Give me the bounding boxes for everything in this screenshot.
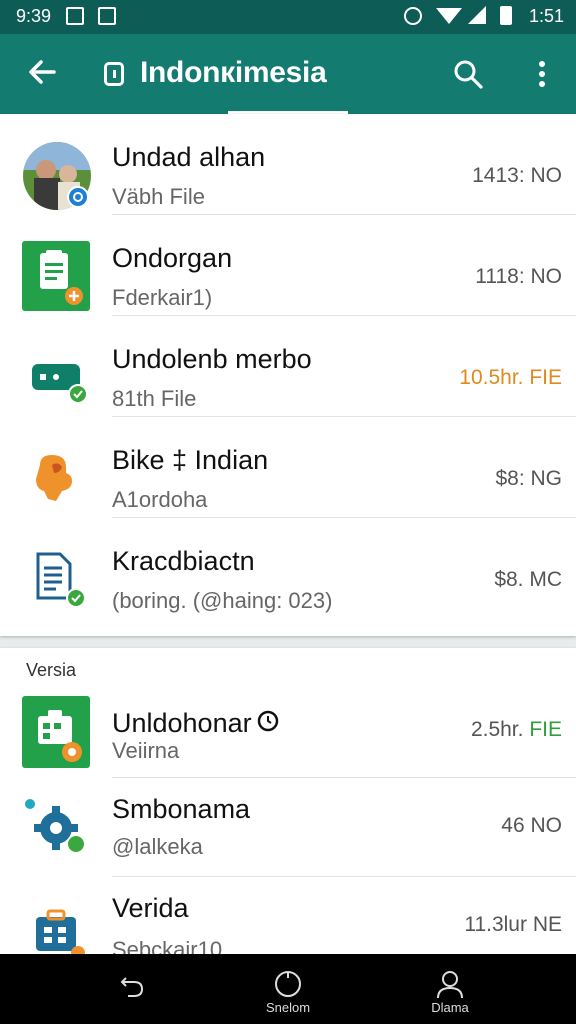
notification-icon (66, 7, 84, 25)
settings-icon (22, 792, 92, 862)
clock-icon (256, 708, 280, 739)
item-meta: $8. MC (494, 568, 562, 591)
item-meta-type: FIE (529, 718, 562, 741)
list-item[interactable]: Smbonama @lalkeka 46 NO (0, 778, 576, 877)
item-subtitle: Fderkair1) (112, 285, 213, 310)
item-title: Smbonama (112, 794, 251, 824)
item-meta: 1118: NO (475, 265, 562, 288)
nav-home-button[interactable]: Snelom (228, 954, 348, 1024)
item-meta: 46 NO (501, 814, 562, 837)
nav-back-button[interactable] (72, 954, 192, 1024)
nav-profile-label: Dlama (431, 1000, 469, 1015)
app-bar: Indonкimesia (0, 34, 576, 114)
list-item[interactable]: Kracdbiactn (boring. (@haing: 023) $8. M… (0, 518, 576, 619)
ticket-icon (22, 342, 92, 412)
list-item[interactable]: Bike ‡ Indian A1ordoha $8: NG (0, 417, 576, 518)
more-options-icon[interactable] (530, 56, 554, 92)
item-meta: 2.5hr. FIE (471, 718, 562, 742)
list-item[interactable]: Ondorgan Fderkair1) 1118: NO (0, 215, 576, 316)
list-item[interactable]: Unldohonar Veiirna 2.5hr. FIE (0, 692, 576, 778)
status-time: 9:39 (16, 6, 52, 26)
item-meta: $8: NG (495, 467, 562, 490)
notification-icon (98, 7, 116, 25)
section-list: Versia Unldohonar Veiirna 2.5hr. FIE Smb… (0, 648, 576, 954)
item-subtitle: (boring. (@haing: 023) (112, 588, 333, 613)
item-title: Undad alhan (112, 142, 266, 172)
item-title: Undolenb merbo (112, 344, 312, 374)
list-item[interactable]: Verida Sebckair10 11.3lur NE (0, 877, 576, 954)
document-icon (22, 241, 92, 311)
briefcase-icon (22, 891, 92, 954)
item-title: Verida (112, 893, 189, 923)
undo-icon (120, 977, 144, 997)
calendar-icon (22, 696, 92, 768)
item-meta: 1413: NO (472, 164, 562, 187)
list-item[interactable]: Undad alhan Väbh File 1413: NO (0, 114, 576, 215)
battery-icon (500, 6, 512, 25)
person-icon (437, 971, 463, 999)
item-meta-value: 2.5hr. (470, 718, 524, 741)
avatar (22, 140, 92, 210)
item-title: Ondorgan (112, 243, 233, 273)
back-arrow-icon[interactable] (24, 54, 60, 90)
signal-icon (468, 6, 486, 24)
item-title: Kracdbiactn (112, 546, 255, 576)
status-bar: 9:39 1:51 (0, 0, 576, 34)
item-meta: 11.3lur NE (464, 913, 562, 936)
app-logo-icon (104, 62, 124, 86)
item-subtitle: Veiirna (112, 738, 180, 763)
nav-profile-button[interactable]: Dlama (390, 954, 510, 1024)
item-subtitle: @lalkeka (112, 834, 203, 859)
item-meta: 10.5hr. FIE (459, 366, 562, 389)
puzzle-icon (22, 443, 92, 513)
file-list: Undad alhan Väbh File 1413: NO Ondorgan … (0, 114, 576, 636)
wifi-icon (436, 8, 462, 24)
item-title: Unldohonar (112, 708, 252, 738)
item-subtitle: Sebckair10 (112, 937, 223, 954)
page-title: Indonкimesia (140, 56, 327, 89)
search-icon[interactable] (452, 58, 484, 90)
nav-home-label: Snelom (265, 1000, 311, 1015)
item-subtitle: A1ordoha (112, 487, 208, 512)
alarm-icon (404, 7, 422, 25)
navigation-bar: Snelom Dlama (0, 954, 576, 1024)
section-header: Versia (26, 660, 77, 680)
status-clock: 1:51 (528, 6, 564, 26)
item-title: Bike ‡ Indian (112, 445, 269, 475)
list-item[interactable]: Undolenb merbo 81th File 10.5hr. FIE (0, 316, 576, 417)
home-icon (275, 971, 301, 997)
item-subtitle: Väbh File (112, 184, 205, 209)
item-subtitle: 81th File (112, 386, 197, 411)
file-icon (22, 544, 92, 614)
